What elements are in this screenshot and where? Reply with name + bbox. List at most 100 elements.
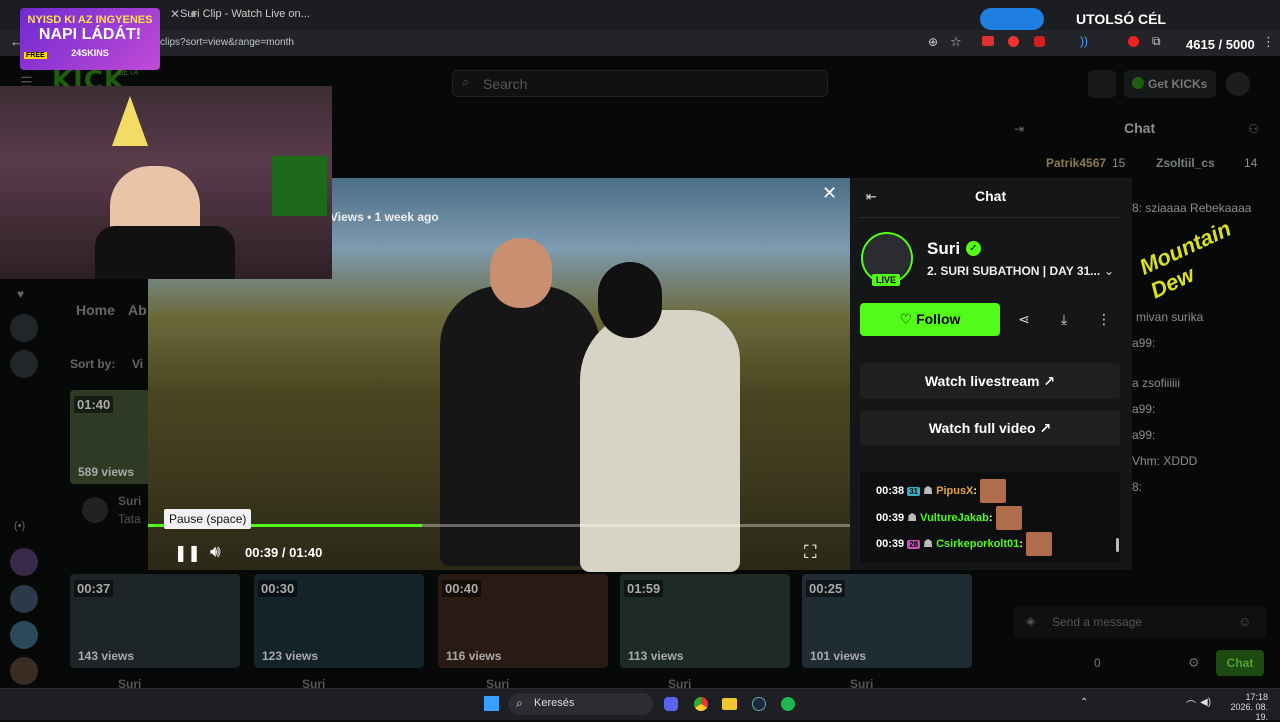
follow-label: Follow bbox=[916, 311, 961, 327]
search-icon: ⌕ bbox=[516, 696, 523, 710]
extensions-puzzle-icon[interactable]: ⧉ bbox=[1152, 34, 1161, 49]
clip-thumbnail[interactable]: 01:59 113 views bbox=[620, 574, 790, 668]
speaker-icon[interactable]: ◀) bbox=[1200, 697, 1211, 708]
chat-username[interactable]: Csirkeporkolt01 bbox=[936, 538, 1019, 550]
taskbar-clock[interactable]: 17:18 2026. 08. 19. bbox=[1218, 692, 1268, 722]
clip-thumbnail[interactable]: 01:40 589 views bbox=[70, 390, 150, 484]
tab-close-icon[interactable]: ✕ bbox=[170, 7, 180, 21]
streamer-shirt bbox=[95, 226, 235, 279]
pause-icon[interactable]: ❚❚ bbox=[174, 543, 201, 563]
followed-channel-avatar[interactable] bbox=[10, 548, 38, 576]
chrome-icon[interactable] bbox=[694, 697, 708, 711]
followed-channel-avatar[interactable] bbox=[10, 621, 38, 649]
kicks-balance: 0 bbox=[1094, 656, 1101, 670]
leaderboard-user: Patrik4567 bbox=[1046, 156, 1107, 170]
extension-icon[interactable]: )) bbox=[1080, 34, 1088, 48]
fullscreen-icon[interactable]: ⛶ bbox=[804, 542, 817, 563]
clip-duration: 01:59 bbox=[624, 580, 664, 597]
search-input[interactable]: Search bbox=[452, 70, 828, 97]
wifi-icon[interactable]: ⌒ bbox=[1186, 697, 1196, 712]
ad-line2: NAPI LÁDÁT! bbox=[38, 26, 142, 43]
wolf-badge-icon: ☗ bbox=[923, 537, 934, 550]
nav-home[interactable]: Home bbox=[76, 302, 115, 318]
clip-duration: 00:40 bbox=[442, 580, 482, 597]
clip-views: 116 views bbox=[446, 649, 502, 663]
clip-thumbnail[interactable]: 00:40 116 views bbox=[438, 574, 608, 668]
channel-avatar[interactable] bbox=[82, 497, 108, 523]
windows-start-icon[interactable] bbox=[484, 696, 499, 711]
chat-emote bbox=[980, 479, 1007, 503]
followed-channel-avatar[interactable] bbox=[10, 657, 38, 685]
browser-menu-icon[interactable]: ⋮ bbox=[1262, 34, 1275, 50]
sort-label: Sort by: bbox=[70, 357, 116, 371]
taskbar-search[interactable]: Keresés bbox=[508, 693, 653, 715]
chat-scrollbar[interactable] bbox=[1116, 538, 1119, 552]
clip-thumbnail[interactable]: 00:25 101 views bbox=[802, 574, 972, 668]
goal-progress-pill bbox=[980, 8, 1044, 30]
url-text[interactable]: clips?sort=view&range=month bbox=[160, 37, 294, 48]
new-tab-icon[interactable]: + bbox=[190, 6, 198, 21]
heart-icon[interactable]: ♥ bbox=[17, 287, 24, 301]
file-explorer-icon[interactable] bbox=[722, 698, 737, 710]
chevron-down-icon[interactable]: ⌄ bbox=[1104, 264, 1114, 278]
goal-count: 4615 / 5000 bbox=[1186, 37, 1255, 52]
steam-icon[interactable] bbox=[752, 697, 766, 711]
clip-views: 143 views bbox=[78, 649, 135, 663]
watch-full-video-button[interactable]: Watch full video ↗ bbox=[860, 410, 1120, 446]
nav-about[interactable]: Ab bbox=[128, 302, 147, 318]
extension-icon[interactable] bbox=[982, 36, 994, 46]
bg-chat-line: Vhm: XDDD bbox=[1132, 454, 1198, 468]
clip-channel[interactable]: Suri bbox=[118, 494, 141, 508]
bookmark-star-icon[interactable]: ☆ bbox=[950, 34, 962, 50]
channel-name[interactable]: Suri bbox=[927, 239, 960, 259]
chat-username[interactable]: VultureJakab bbox=[920, 512, 989, 524]
subscriber-badge: 31 bbox=[907, 486, 921, 496]
extension-icon[interactable] bbox=[1008, 36, 1019, 47]
extension-icon[interactable] bbox=[1034, 36, 1045, 47]
share-icon[interactable]: ⋖ bbox=[1008, 303, 1040, 335]
video-person-balaclava bbox=[598, 262, 662, 338]
clip-duration: 00:30 bbox=[258, 580, 298, 597]
download-icon[interactable]: ⤓ bbox=[1048, 303, 1080, 335]
chat-message: 00:38 31 ☗ PipusX: bbox=[876, 479, 1007, 503]
discord-icon[interactable] bbox=[664, 697, 678, 711]
chat-send-button[interactable]: Chat bbox=[1216, 650, 1264, 676]
ad-free-badge: FREE bbox=[24, 52, 47, 59]
avatar[interactable] bbox=[1226, 72, 1250, 96]
browser-tab-title[interactable]: Suri Clip - Watch Live on... bbox=[180, 8, 310, 20]
followed-channel-avatar[interactable] bbox=[10, 350, 38, 378]
followed-channel-avatar[interactable] bbox=[10, 585, 38, 613]
bg-chat-line: a99: bbox=[1132, 336, 1156, 350]
goal-label: UTOLSÓ CÉL bbox=[1076, 11, 1166, 27]
volume-icon[interactable]: 🔊︎ bbox=[210, 542, 221, 562]
emoji-icon[interactable]: ☺ bbox=[1238, 614, 1251, 629]
clip-views: 589 views bbox=[78, 465, 135, 479]
chat-rules-icon[interactable]: ◈ bbox=[1026, 614, 1035, 628]
more-icon[interactable]: ⋮ bbox=[1088, 303, 1120, 335]
clip-thumbnail[interactable]: 00:37 143 views bbox=[70, 574, 240, 668]
chat-username[interactable]: PipusX bbox=[936, 485, 973, 497]
close-icon[interactable]: ✕ bbox=[822, 183, 837, 204]
watch-livestream-label: Watch livestream bbox=[924, 373, 1040, 389]
tray-chevron-icon[interactable]: ⌃ bbox=[1080, 697, 1088, 708]
ad-line1: NYISD KI AZ INGYENES bbox=[27, 14, 153, 26]
chat-settings-icon[interactable]: ⚙ bbox=[1188, 655, 1200, 671]
collapse-icon[interactable]: ⇤ bbox=[866, 189, 877, 205]
follow-button[interactable]: ♡ Follow bbox=[860, 303, 1000, 336]
sort-select[interactable]: Vi bbox=[132, 357, 143, 371]
clip-thumbnail[interactable]: 00:30 123 views bbox=[254, 574, 424, 668]
zoom-icon[interactable]: ⊕ bbox=[928, 35, 938, 49]
library-icon[interactable] bbox=[1088, 70, 1116, 98]
spotify-icon[interactable] bbox=[781, 697, 795, 711]
neon-sign bbox=[272, 156, 327, 216]
leaderboard-count: 15 bbox=[1112, 156, 1126, 170]
sponsor-ad: NYISD KI AZ INGYENES NAPI LÁDÁT! 24SKINS… bbox=[20, 8, 160, 70]
collapse-chat-icon[interactable]: ⇥ bbox=[1014, 122, 1024, 136]
watch-livestream-button[interactable]: Watch livestream ↗ bbox=[860, 363, 1120, 399]
extension-icon[interactable] bbox=[1128, 36, 1139, 47]
chat-users-icon[interactable]: ⚇ bbox=[1248, 122, 1259, 136]
bg-chat-line: a99: bbox=[1132, 402, 1156, 416]
clip-title[interactable]: Tata bbox=[118, 512, 141, 526]
followed-channel-avatar[interactable] bbox=[10, 314, 38, 342]
verified-icon: ✓ bbox=[966, 241, 981, 256]
